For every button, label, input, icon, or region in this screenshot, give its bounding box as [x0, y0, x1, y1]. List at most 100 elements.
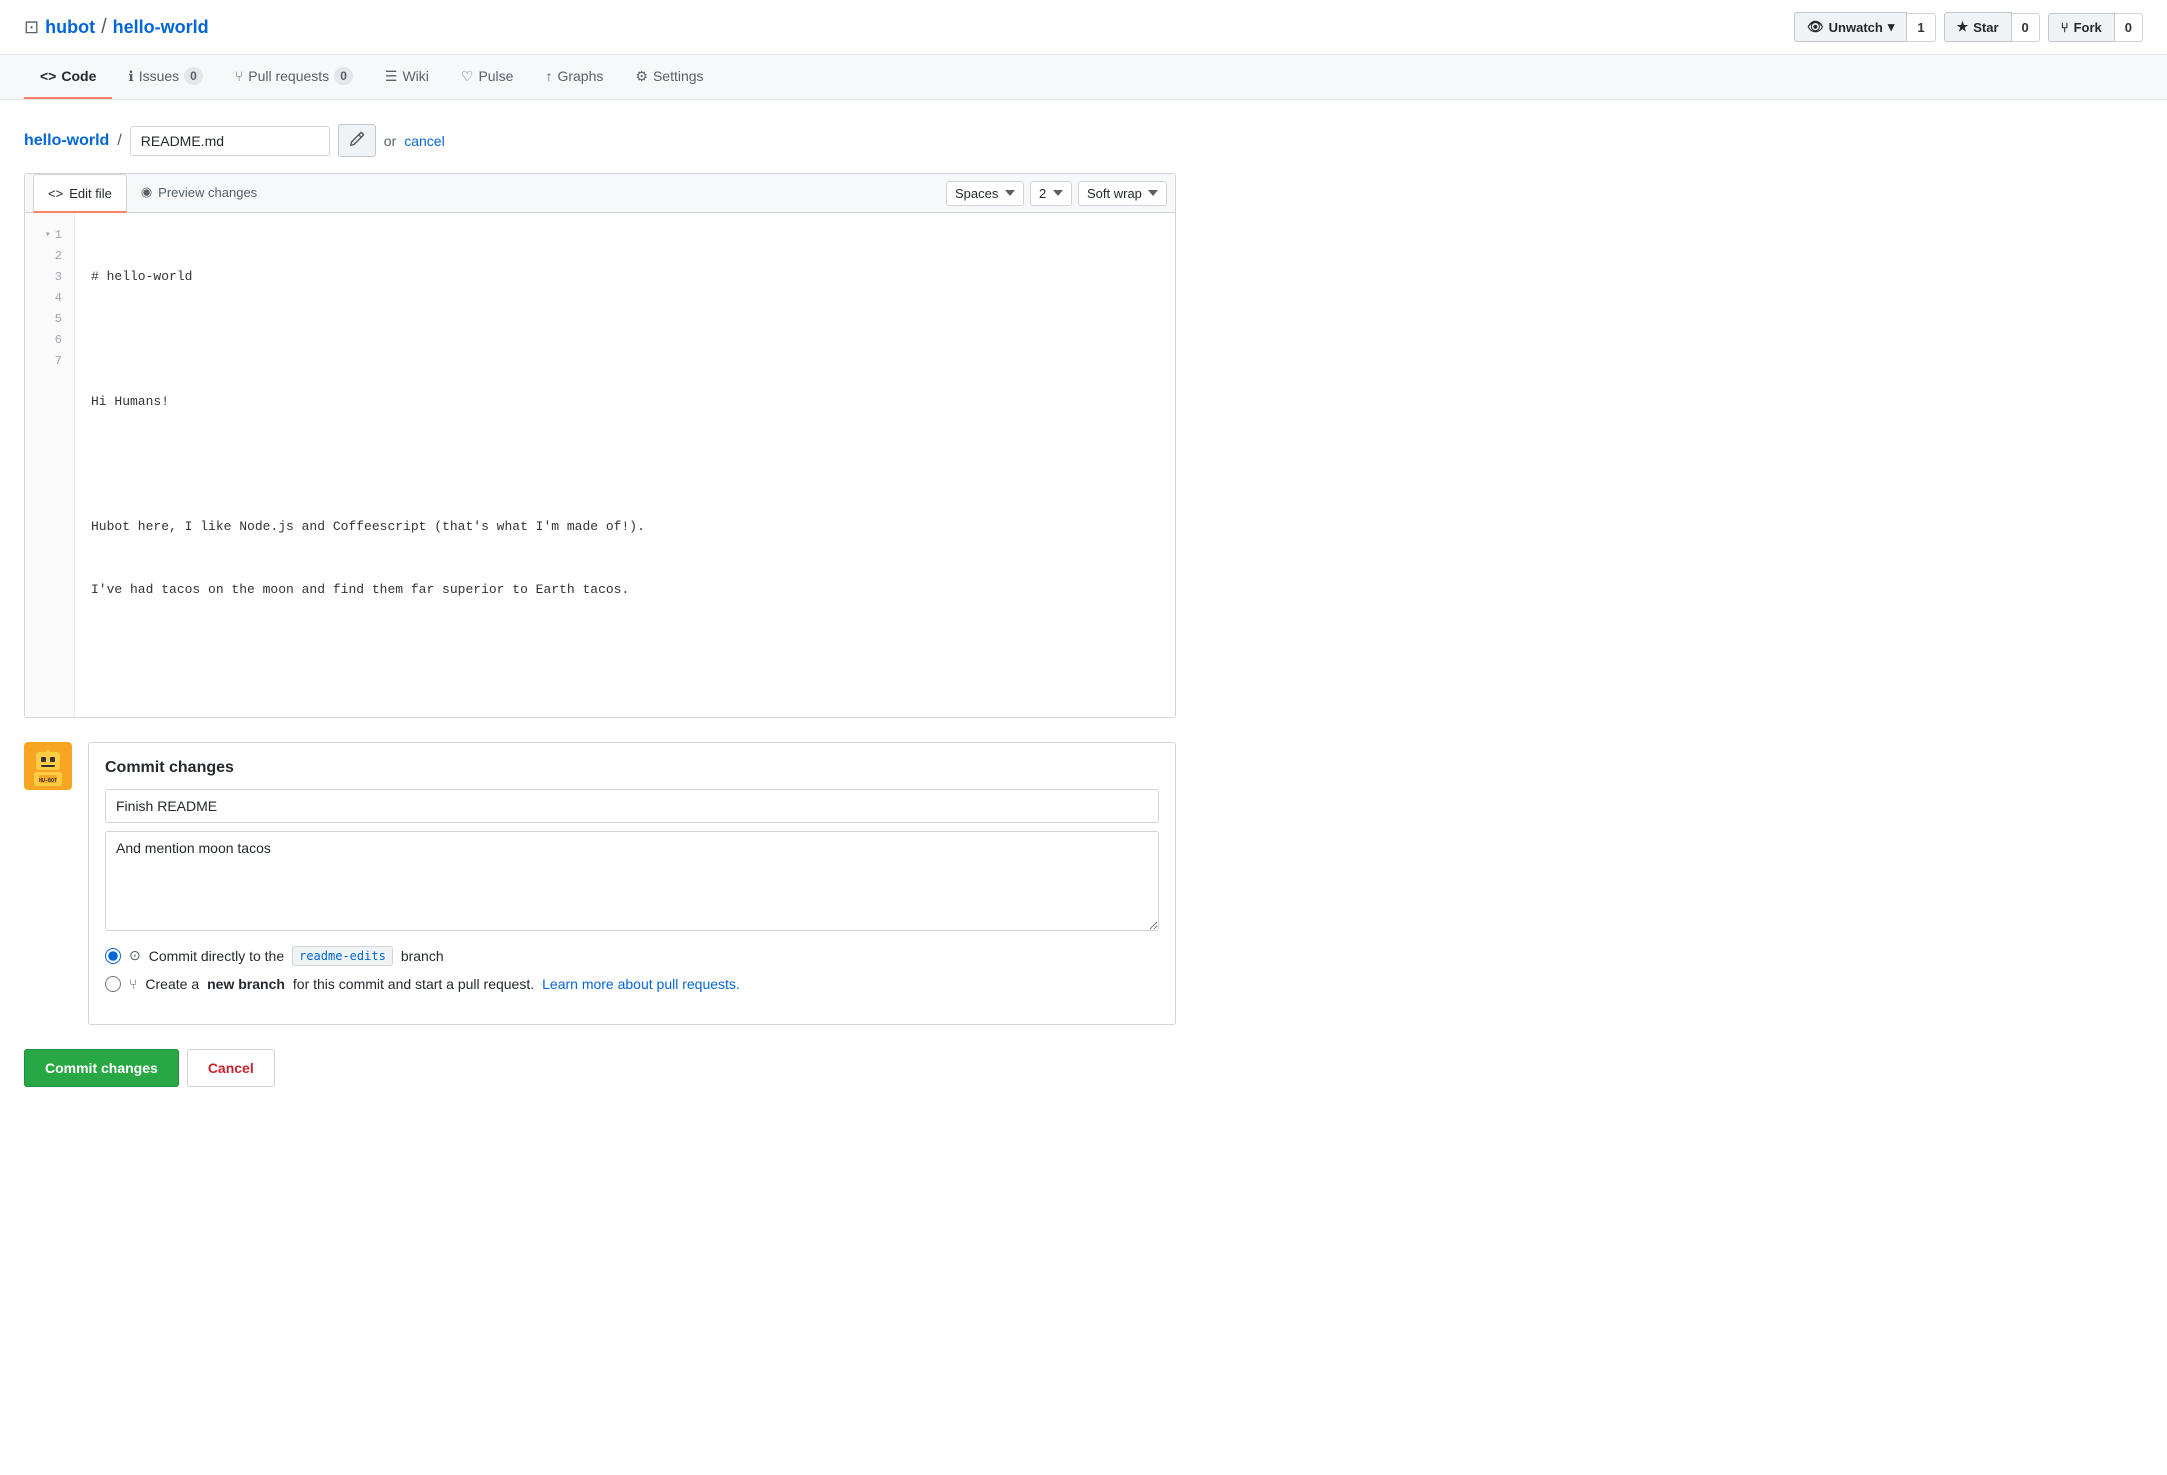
commit-description-textarea[interactable]: And mention moon tacos [105, 831, 1159, 931]
code-line-1: # hello-world [91, 267, 1159, 288]
line-number-6: 6 [37, 330, 62, 351]
fork-count[interactable]: 0 [2115, 13, 2143, 42]
edit-file-label: Edit file [69, 186, 112, 201]
file-path: hello-world / or cancel [24, 124, 1176, 157]
pulse-icon: ♡ [461, 68, 474, 85]
commit-title: Commit changes [105, 759, 1159, 777]
line-number-4: 4 [37, 288, 62, 309]
code-line-4 [91, 454, 1159, 475]
tab-preview-changes[interactable]: ◉ Preview changes [127, 174, 271, 212]
edit-icon [349, 131, 365, 147]
tab-wiki[interactable]: ☰ Wiki [369, 55, 445, 99]
radio-new-branch-text-middle: for this commit and start a pull request… [293, 976, 534, 992]
breadcrumb-repo-link[interactable]: hello-world [24, 132, 109, 150]
filename-input[interactable] [130, 126, 330, 156]
line-number-5: 5 [37, 309, 62, 330]
commit-summary-input[interactable] [105, 789, 1159, 823]
tab-edit-file[interactable]: <> Edit file [33, 174, 127, 213]
settings-icon: ⚙ [635, 68, 648, 85]
header-actions: 👁 Unwatch ▾ 1 ★ Star 0 ⑂ Fork 0 [1786, 12, 2143, 42]
code-line-3: Hi Humans! [91, 392, 1159, 413]
tab-pulse[interactable]: ♡ Pulse [445, 55, 530, 99]
tab-graphs-label: Graphs [557, 68, 603, 84]
fork-button[interactable]: ⑂ Fork [2048, 13, 2115, 42]
line-arrow-1: ▾ [45, 228, 51, 244]
tab-pull-requests-label: Pull requests [248, 68, 329, 84]
wiki-icon: ☰ [385, 68, 398, 85]
tab-code[interactable]: <> Code [24, 55, 112, 99]
unwatch-count[interactable]: 1 [1907, 13, 1935, 42]
editor-tabs-list: <> Edit file ◉ Preview changes [33, 174, 271, 212]
fork-label: Fork [2074, 20, 2102, 35]
star-button[interactable]: ★ Star [1944, 12, 2012, 42]
code-line-7 [91, 642, 1159, 663]
repo-icon: ⊡ [24, 17, 39, 38]
pull-request-icon: ⑂ [129, 976, 137, 992]
radio-direct-commit[interactable]: ⊙ Commit directly to the readme-edits br… [105, 946, 1159, 966]
file-or-text: or [384, 133, 396, 149]
tab-settings[interactable]: ⚙ Settings [619, 55, 719, 99]
editor-panel: <> Edit file ◉ Preview changes Spaces Ta… [24, 173, 1176, 718]
repo-owner-link[interactable]: hubot [45, 17, 95, 38]
tab-issues[interactable]: ℹ Issues 0 [112, 55, 218, 99]
line-number-3: 3 [37, 267, 62, 288]
eye-icon: 👁 [1807, 19, 1824, 35]
svg-text:HU-BOT: HU-BOT [39, 778, 57, 784]
radio-new-branch-input[interactable] [105, 976, 121, 992]
file-edit-icon-button[interactable] [338, 124, 376, 157]
tab-settings-label: Settings [653, 68, 704, 84]
new-branch-bold: new branch [207, 976, 285, 992]
indent-mode-select[interactable]: Spaces Tabs [946, 181, 1024, 206]
graphs-icon: ↑ [545, 68, 552, 84]
indent-size-select[interactable]: 2 4 8 [1030, 181, 1072, 206]
editor-tab-bar: <> Edit file ◉ Preview changes Spaces Ta… [25, 174, 1175, 213]
unwatch-button[interactable]: 👁 Unwatch ▾ [1794, 12, 1907, 42]
wrap-mode-select[interactable]: Soft wrap No wrap [1078, 181, 1167, 206]
cancel-commit-button[interactable]: Cancel [187, 1049, 275, 1087]
pull-request-learn-link[interactable]: Learn more about pull requests. [542, 976, 740, 992]
star-count[interactable]: 0 [2012, 13, 2040, 42]
breadcrumb-separator: / [117, 132, 121, 150]
file-cancel-link[interactable]: cancel [404, 133, 444, 149]
commit-changes-button[interactable]: Commit changes [24, 1049, 179, 1087]
fork-group: ⑂ Fork 0 [2048, 12, 2143, 42]
line-number-1: ▾ 1 [37, 225, 62, 246]
repo-name-link[interactable]: hello-world [113, 17, 209, 38]
code-line-6: I've had tacos on the moon and find them… [91, 580, 1159, 601]
code-editor: ▾ 1 2 3 4 5 6 7 # hello-world Hi Humans!… [25, 213, 1175, 717]
hubot-avatar-svg: HU-BOT [24, 742, 72, 790]
edit-file-icon: <> [48, 186, 63, 201]
tab-pull-requests[interactable]: ⑂ Pull requests 0 [219, 55, 369, 99]
line-number-7: 7 [37, 351, 62, 372]
user-avatar: HU-BOT [24, 742, 72, 790]
repo-title: ⊡ hubot / hello-world [24, 16, 209, 39]
unwatch-arrow: ▾ [1888, 19, 1895, 35]
code-icon: <> [40, 68, 56, 84]
tab-wiki-label: Wiki [402, 68, 428, 84]
page-header: ⊡ hubot / hello-world 👁 Unwatch ▾ 1 ★ St… [0, 0, 2167, 55]
radio-new-branch[interactable]: ⑂ Create a new branch for this commit an… [105, 976, 1159, 992]
code-line-5: Hubot here, I like Node.js and Coffeescr… [91, 517, 1159, 538]
preview-icon: ◉ [141, 184, 152, 200]
tab-graphs[interactable]: ↑ Graphs [529, 55, 619, 99]
tab-issues-label: Issues [139, 68, 179, 84]
commit-buttons: Commit changes Cancel [24, 1049, 1176, 1087]
radio-new-branch-text-before: Create a [145, 976, 199, 992]
tab-pulse-label: Pulse [478, 68, 513, 84]
pull-requests-badge: 0 [334, 67, 353, 85]
issues-badge: 0 [184, 67, 203, 85]
radio-direct-text: Commit directly to the [149, 948, 284, 964]
code-line-2 [91, 329, 1159, 350]
radio-direct-input[interactable] [105, 948, 121, 964]
branch-badge: readme-edits [292, 946, 393, 966]
star-label: Star [1973, 20, 1998, 35]
file-actions: or cancel [338, 124, 445, 157]
editor-options: Spaces Tabs 2 4 8 Soft wrap No wrap [946, 181, 1167, 206]
fork-icon: ⑂ [2061, 20, 2069, 35]
direct-commit-icon: ⊙ [129, 947, 141, 964]
repo-separator: / [101, 16, 107, 39]
code-textarea[interactable]: # hello-world Hi Humans! Hubot here, I l… [75, 213, 1175, 717]
issues-icon: ℹ [128, 68, 133, 85]
commit-box: Commit changes And mention moon tacos ⊙ … [88, 742, 1176, 1025]
unwatch-label: Unwatch [1829, 20, 1883, 35]
